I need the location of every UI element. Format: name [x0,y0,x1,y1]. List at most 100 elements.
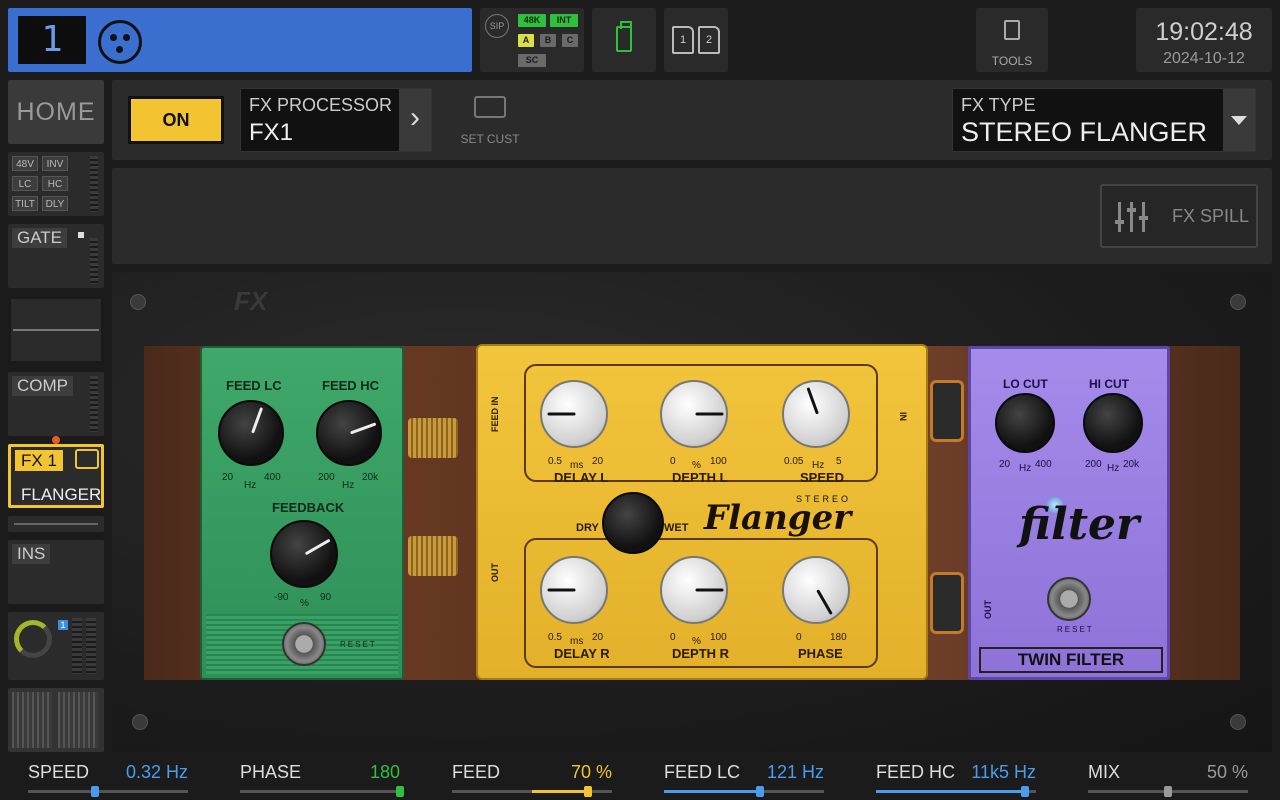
out-label: OUT [490,563,500,582]
chevron-right-icon[interactable]: › [399,89,431,151]
feed-hc-knob[interactable] [316,400,382,466]
param-value: 0.32 Hz [125,762,188,782]
param-mix[interactable]: MIX 50 % [1088,756,1248,800]
param-name: FEED HC [876,762,956,782]
comp-meter [90,376,98,432]
filter-out-label: OUT [983,600,993,619]
status-panel[interactable]: SIP 48K INT A B C SC [480,8,584,72]
chevron-down-icon[interactable] [1223,89,1255,151]
depth-r-knob[interactable] [660,556,728,624]
home-button[interactable]: HOME [8,80,104,144]
hi-cut-knob[interactable] [1083,393,1143,453]
param-value: 180 [369,762,400,782]
stereo-logo: STEREO [796,494,852,504]
on-button[interactable]: ON [128,96,224,144]
gain-ring-icon [14,620,52,658]
feedback-unit: % [300,598,309,609]
preamp-card[interactable]: 48V INV LC HC TILT DLY [8,152,104,216]
param-thumb[interactable] [584,786,592,797]
param-phase[interactable]: PHASE 180 [240,756,404,800]
param-slider[interactable] [240,786,404,797]
feed-hc-label: FEED HC [322,378,380,393]
fx-screen: 1 SIP 48K INT A B C SC 1 2 TOOLS 19:02:4… [0,0,1280,800]
delay-r-knob[interactable] [540,556,608,624]
usb-status[interactable] [592,8,656,72]
param-name: PHASE [240,762,302,782]
sd-card-1-icon: 1 [672,26,694,54]
ins-card[interactable]: INS [8,540,104,604]
param-value: 70 % [570,762,612,782]
fx-type-label: FX TYPE [961,95,1036,115]
filter-reset-footswitch[interactable] [1047,577,1091,621]
param-thumb[interactable] [396,786,404,797]
fx-spill-button[interactable]: FX SPILL [1100,184,1258,248]
phase-min: 0 [796,632,802,643]
screw-icon [130,294,146,310]
param-feed-hc[interactable]: FEED HC 11k5 Hz [876,756,1036,800]
clock-time: 19:02:48 [1155,18,1253,46]
eq-curve [13,329,99,331]
slot-a-badge: A [518,34,534,47]
gate-card[interactable]: GATE [8,224,104,288]
feed-lc-min: 20 [222,472,234,483]
feed-lc-unit: Hz [244,480,257,491]
input-meter [90,156,98,212]
param-slider[interactable] [876,786,1036,797]
param-feed[interactable]: FEED 70 % [452,756,612,800]
speed-knob[interactable] [782,380,850,448]
tools-button[interactable]: TOOLS [976,8,1048,72]
in-label: IN [898,412,908,421]
mix-knob[interactable] [602,492,664,554]
hi-cut-min: 200 [1085,459,1102,470]
depth-l-label: DEPTH L [672,470,728,485]
param-thumb[interactable] [756,786,764,797]
hi-cut-max: 20k [1123,459,1140,470]
depth-l-knob[interactable] [660,380,728,448]
param-slider[interactable] [452,786,612,797]
reset-footswitch[interactable] [282,622,326,666]
param-slider[interactable] [1088,786,1248,797]
filter-reset-label: RESET [1057,625,1094,634]
keyboard-icon [474,96,506,118]
param-thumb[interactable] [91,786,100,797]
param-speed[interactable]: SPEED 0.32 Hz [28,756,188,800]
fx1-card[interactable]: FX 1 FLANGER [8,444,104,508]
param-fill [664,790,760,793]
set-cust-button[interactable]: SET CUST [458,94,522,150]
sc-badge: SC [518,54,546,67]
param-thumb[interactable] [1020,786,1029,797]
48v-tag: 48V [12,156,38,171]
delay-r-label: DELAY R [554,646,610,661]
param-slider[interactable] [664,786,824,797]
comp-card[interactable]: COMP [8,372,104,436]
feedback-knob[interactable] [270,520,338,588]
pedal-icon [75,449,99,469]
fx-logo: FX [234,286,268,316]
xlr-icon [98,20,142,64]
param-thumb[interactable] [1164,786,1172,797]
fx-type-selector[interactable]: FX TYPE STEREO FLANGER [952,88,1256,152]
fader-card[interactable] [8,688,104,752]
feedback-label: FEEDBACK [272,500,345,515]
phase-knob[interactable] [782,556,850,624]
feed-lc-knob[interactable] [218,400,284,466]
fader-bank-2 [58,692,98,748]
channel-selector[interactable]: 1 [8,8,472,72]
dynamics-card[interactable]: 1 [8,612,104,680]
eq-card[interactable] [8,296,104,364]
delay-l-knob[interactable] [540,380,608,448]
gate-indicator [78,232,84,238]
delay-l-min: 0.5 [548,456,562,467]
card-status[interactable]: 1 2 [664,8,728,72]
feedback-max: 90 [320,592,332,603]
param-feed-lc[interactable]: FEED LC 121 Hz [664,756,824,800]
fx-type-value: STEREO FLANGER [961,117,1208,147]
fx-toolbar: FX SPILL [112,168,1272,264]
param-slider[interactable] [28,786,188,797]
lo-cut-knob[interactable] [995,393,1055,453]
feed-in-label: FEED IN [490,396,500,432]
fx-processor-selector[interactable]: FX PROCESSOR FX1 › [240,88,432,152]
send-slider[interactable] [8,516,104,532]
ins-label: INS [12,544,51,564]
twin-filter-label: TWIN FILTER [979,647,1163,673]
